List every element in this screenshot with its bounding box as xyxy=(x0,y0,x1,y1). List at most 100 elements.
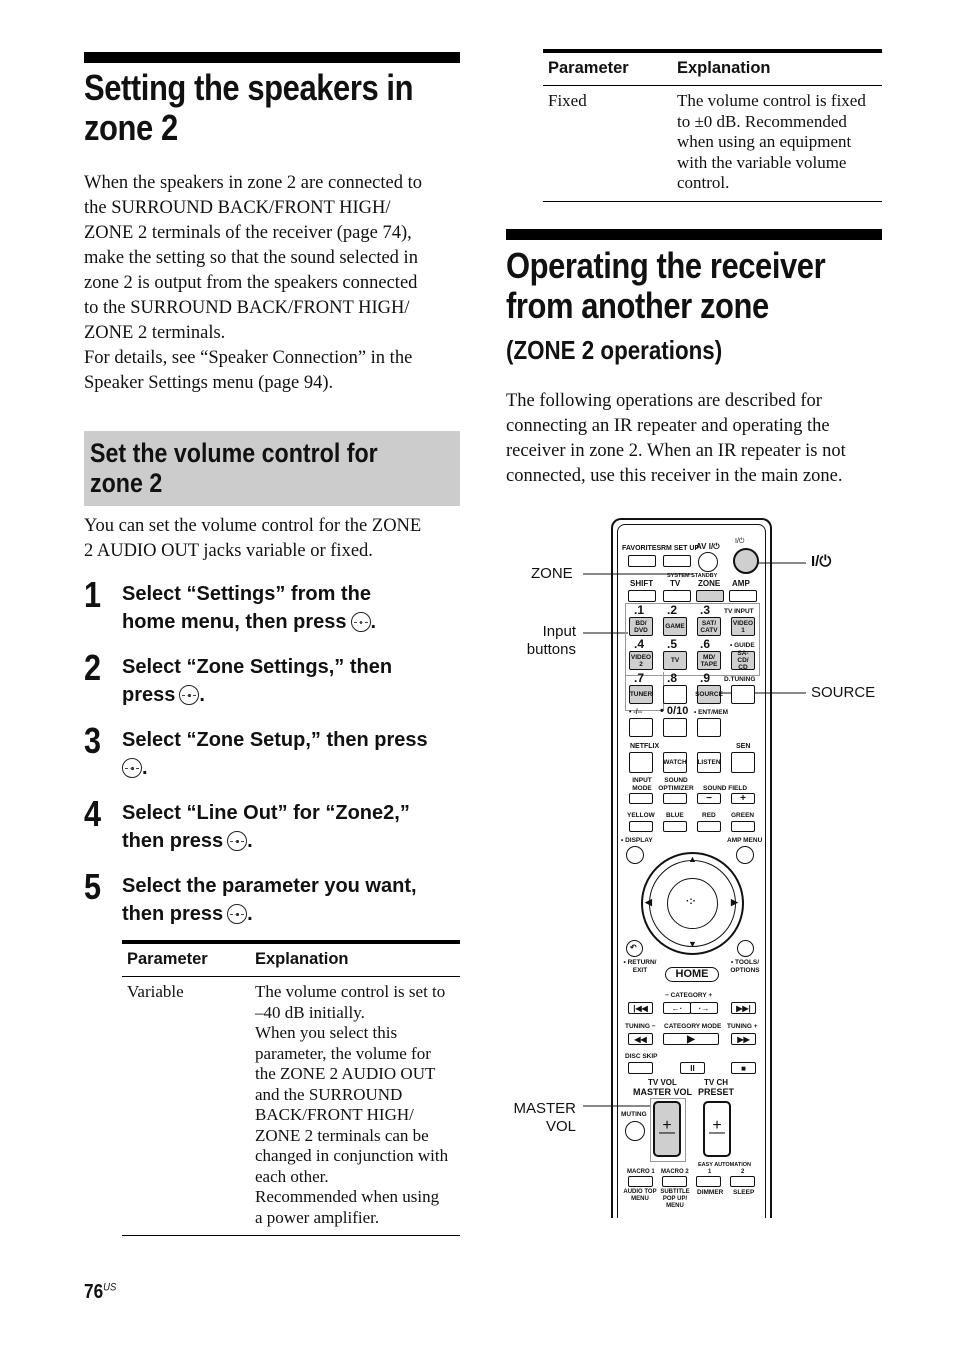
source-button[interactable]: SOURCE xyxy=(695,685,723,704)
sat-catv-button[interactable]: SAT/ CATV xyxy=(697,617,721,636)
explanation-line: Recommended when using xyxy=(255,1187,440,1206)
up-arrow-icon[interactable]: ▲ xyxy=(688,855,697,864)
label-shift: SHIFT xyxy=(630,579,654,588)
video1-button[interactable]: VIDEO 1 xyxy=(731,617,755,636)
down-arrow-icon[interactable]: ▼ xyxy=(688,940,697,949)
tuner-button[interactable]: TUNER xyxy=(629,685,653,704)
sound-field-minus-button[interactable]: − xyxy=(697,793,721,804)
section-title-line2: zone 2 xyxy=(84,107,178,148)
intro-line: make the setting so that the sound selec… xyxy=(84,248,418,268)
av-power-button[interactable] xyxy=(698,552,718,572)
next-track-button[interactable]: ▶▶| xyxy=(731,1002,756,1014)
label-macro1: MACRO 1 xyxy=(627,1169,655,1175)
prev-track-button[interactable]: |◀◀ xyxy=(628,1002,653,1014)
table-row: Fixed The volume control is fixed to ±0 … xyxy=(543,85,882,202)
variable-parameter-table: Parameter Explanation Variable The volum… xyxy=(122,940,460,1236)
dimmer-button[interactable] xyxy=(696,1176,721,1187)
right-arrow-icon[interactable]: ▶ xyxy=(731,898,738,907)
label-ea-2: 2 xyxy=(741,1169,745,1175)
explanation-line: When you select this xyxy=(255,1023,398,1042)
ent-mem-button[interactable] xyxy=(697,718,721,737)
home-button[interactable]: HOME xyxy=(665,967,719,982)
explanation-line: each other. xyxy=(255,1166,329,1186)
amp-menu-button[interactable] xyxy=(736,846,754,864)
tools-button[interactable] xyxy=(737,940,754,957)
explanation-line: when using an equipment xyxy=(677,132,852,151)
label-green: GREEN xyxy=(731,812,755,819)
bd-dvd-button[interactable]: BD/ DVD xyxy=(629,617,653,636)
label-tv-input: TV INPUT xyxy=(724,608,754,615)
amp-button[interactable] xyxy=(729,590,757,602)
table-row: Variable The volume control is set to –4… xyxy=(122,976,460,1236)
tv-button[interactable] xyxy=(663,590,691,602)
rm-setup-button[interactable] xyxy=(663,555,691,567)
preset-rocker[interactable]: + — xyxy=(703,1101,731,1157)
macro1-button[interactable] xyxy=(628,1176,653,1187)
md-tape-button[interactable]: MD/ TAPE xyxy=(697,651,721,670)
display-button[interactable] xyxy=(626,846,644,864)
callout-input-buttons: Input buttons xyxy=(520,623,576,659)
category-minus-button[interactable]: ←· xyxy=(663,1002,691,1014)
section-title-line1: Operating the receiver xyxy=(506,245,826,286)
zone-button[interactable] xyxy=(696,590,724,602)
sound-field-plus-button[interactable]: + xyxy=(731,793,755,804)
d-tuning-button[interactable] xyxy=(731,685,755,704)
section-rule xyxy=(506,229,882,240)
disc-skip-button[interactable] xyxy=(628,1062,653,1074)
table-cell-explanation: The volume control is set to –40 dB init… xyxy=(250,976,460,1236)
sound-optimizer-button[interactable] xyxy=(663,793,687,804)
fast-forward-button[interactable]: ▶▶ xyxy=(731,1033,756,1045)
table-header-explanation: Explanation xyxy=(672,49,882,86)
label-av-power: AV I/⏻ xyxy=(696,542,720,551)
num-8-button[interactable] xyxy=(663,685,687,704)
label-preset: PRESET xyxy=(698,1087,735,1097)
input-mode-button[interactable] xyxy=(629,793,653,804)
master-vol-rocker[interactable]: + — xyxy=(653,1101,681,1157)
dash-button[interactable] xyxy=(629,718,653,737)
explanation-line: with the variable volume xyxy=(677,152,847,172)
intro-line: For details, see “Speaker Connection” in… xyxy=(84,348,413,368)
page-number: 76US xyxy=(84,1281,116,1304)
tv-input-button[interactable]: TV xyxy=(663,651,687,670)
explanation-line: parameter, the volume for xyxy=(255,1043,431,1063)
step-text: Select the parameter you want, then pres… xyxy=(122,872,467,928)
label-netflix: NETFLIX xyxy=(630,743,660,750)
video2-button[interactable]: VIDEO 2 xyxy=(629,651,653,670)
callout-power: I/⏻ xyxy=(811,553,832,570)
category-plus-button[interactable]: ·→ xyxy=(690,1002,718,1014)
muting-button[interactable] xyxy=(625,1121,645,1141)
sen-button[interactable] xyxy=(731,752,755,773)
intro-line: zone 2 is output from the speakers conne… xyxy=(84,273,418,293)
pause-button[interactable]: II xyxy=(680,1062,705,1074)
sleep-button[interactable] xyxy=(730,1176,755,1187)
left-arrow-icon[interactable]: ◀ xyxy=(645,898,652,907)
sacd-cd-button[interactable]: SA-CD/ CD xyxy=(731,650,755,671)
label-amp: AMP xyxy=(732,579,750,588)
explanation-line: changed in conjunction with xyxy=(255,1146,449,1165)
page-region-suffix: US xyxy=(103,1281,117,1294)
power-button[interactable] xyxy=(733,548,759,574)
game-button[interactable]: GAME xyxy=(663,617,687,636)
label-subtitle-popup: SUBTITLE POP UP/ MENU xyxy=(660,1189,690,1209)
stop-button[interactable]: ■ xyxy=(731,1062,756,1074)
step-end: . xyxy=(142,757,148,779)
step-line: press. xyxy=(122,681,467,709)
play-button[interactable]: ▶ xyxy=(663,1033,719,1045)
netflix-button[interactable] xyxy=(629,752,653,773)
label-num-2: .2 xyxy=(667,603,678,617)
shift-button[interactable] xyxy=(628,590,656,602)
watch-button[interactable]: WATCH xyxy=(663,752,687,773)
listen-button[interactable]: LISTEN xyxy=(697,752,721,773)
red-button[interactable] xyxy=(697,821,721,832)
green-button[interactable] xyxy=(731,821,755,832)
favorites-button[interactable] xyxy=(628,555,656,567)
label-blue: BLUE xyxy=(666,812,684,819)
label-tv: TV xyxy=(670,579,681,588)
macro2-button[interactable] xyxy=(662,1176,687,1187)
yellow-button[interactable] xyxy=(629,821,653,832)
label-dash: • -/-- xyxy=(629,709,643,716)
zero-10-button[interactable] xyxy=(663,718,687,737)
label-red: RED xyxy=(702,812,716,819)
blue-button[interactable] xyxy=(663,821,687,832)
rewind-button[interactable]: ◀◀ xyxy=(628,1033,653,1045)
